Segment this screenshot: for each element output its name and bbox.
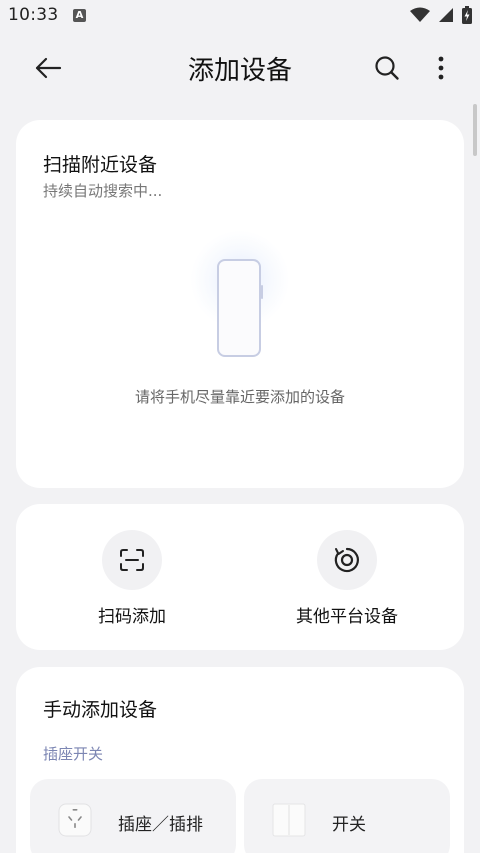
battery-charging-icon [462, 6, 472, 24]
page-title: 添加设备 [187, 56, 292, 86]
category-socket-switch: 插座开关 [43, 745, 104, 763]
phone-illustration-icon [217, 259, 263, 357]
search-button[interactable] [368, 50, 406, 86]
other-platform-label: 其他平台设备 [296, 607, 398, 627]
quick-actions-card: 扫码添加 其他平台设备 [16, 504, 464, 650]
wall-switch-icon [272, 803, 306, 837]
phone-side-button [261, 285, 263, 299]
wifi-icon [410, 7, 430, 22]
other-platform-icon [334, 547, 359, 573]
status-icons [410, 6, 472, 24]
scan-qr-circle [102, 530, 162, 590]
socket-label: 插座／插排 [118, 815, 203, 835]
scan-qr-label: 扫码添加 [98, 607, 166, 627]
status-time: 10:33 [8, 5, 59, 25]
manual-add-card: 手动添加设备 插座开关 插座／插排 开关 [16, 667, 464, 853]
scan-subtitle: 持续自动搜索中... [43, 182, 163, 200]
switch-label: 开关 [332, 815, 366, 835]
scan-title: 扫描附近设备 [43, 154, 158, 176]
scan-qr-icon [120, 549, 144, 571]
status-bar: 10:33 A [0, 0, 480, 34]
device-tile-switch[interactable]: 开关 [244, 779, 450, 853]
other-platform-button[interactable]: 其他平台设备 [272, 530, 422, 640]
top-app-bar: 添加设备 [0, 34, 480, 102]
search-icon [375, 56, 399, 80]
more-vertical-icon [438, 56, 444, 80]
scan-hint: 请将手机尽量靠近要添加的设备 [134, 388, 345, 406]
add-device-screen: 10:33 A 添加设备 扫描附近设备 持续自动搜索中... 请将手机尽量靠近要… [0, 0, 480, 853]
scan-qr-add-button[interactable]: 扫码添加 [57, 530, 207, 640]
signal-icon [439, 8, 453, 22]
scrollbar[interactable] [473, 104, 477, 156]
socket-icon [58, 803, 92, 837]
other-platform-circle [317, 530, 377, 590]
notification-a-icon: A [73, 9, 86, 22]
scan-nearby-card: 扫描附近设备 持续自动搜索中... 请将手机尽量靠近要添加的设备 [16, 120, 464, 488]
manual-add-title: 手动添加设备 [43, 699, 158, 721]
device-tile-socket[interactable]: 插座／插排 [30, 779, 236, 853]
more-options-button[interactable] [425, 50, 457, 86]
